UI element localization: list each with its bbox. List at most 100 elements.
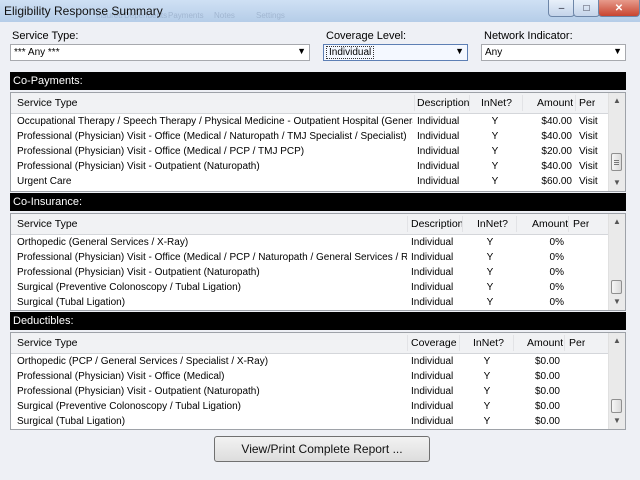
copayments-scrollbar[interactable]: ▲ ▼: [608, 93, 625, 191]
column-separator: [459, 335, 460, 351]
column-header-description[interactable]: Description: [411, 218, 464, 230]
coverage-cell: Individual: [411, 371, 454, 382]
table-row[interactable]: Surgical (Tubal Ligation) Individual Y $…: [11, 415, 609, 429]
per-cell: Visit: [579, 146, 598, 157]
amount-cell: 0%: [549, 252, 564, 263]
column-separator: [407, 216, 408, 232]
scroll-down-icon[interactable]: ▼: [609, 294, 625, 310]
background-tab-settings: Settings: [256, 11, 285, 20]
innet-cell: Y: [491, 116, 499, 127]
innet-cell: Y: [483, 401, 491, 412]
innet-cell: Y: [486, 267, 494, 278]
column-separator: [407, 335, 408, 351]
chevron-down-icon: ▼: [613, 46, 622, 56]
innet-cell: Y: [486, 297, 494, 308]
column-header-innet[interactable]: InNet?: [477, 218, 508, 230]
per-cell: Visit: [579, 176, 598, 187]
service-type-cell: Urgent Care: [17, 176, 72, 187]
minimize-button[interactable]: –: [548, 0, 575, 17]
table-row[interactable]: Professional (Physician) Visit - Office …: [11, 145, 609, 160]
column-header-innet[interactable]: InNet?: [481, 97, 512, 109]
chevron-down-icon: ▼: [455, 46, 464, 56]
description-cell: Individual: [417, 116, 460, 127]
background-tab-payments: Payments: [168, 11, 204, 20]
column-separator: [564, 335, 565, 351]
description-cell: Individual: [411, 267, 454, 278]
network-indicator-select[interactable]: Any ▼: [481, 44, 626, 61]
table-row[interactable]: Orthopedic (General Services / X-Ray) In…: [11, 236, 609, 251]
amount-cell: 0%: [549, 237, 564, 248]
table-row[interactable]: Surgical (Preventive Colonoscopy / Tubal…: [11, 281, 609, 296]
table-row[interactable]: Surgical (Preventive Colonoscopy / Tubal…: [11, 400, 609, 415]
column-header-service-type[interactable]: Service Type: [17, 218, 78, 230]
table-row[interactable]: Surgical (Tubal Ligation) Individual Y 0…: [11, 296, 609, 310]
amount-cell: $0.00: [534, 401, 560, 412]
coinsurance-header-row: Service Type Description InNet? Amount P…: [11, 214, 609, 235]
grip-line: [614, 160, 619, 161]
innet-cell: Y: [483, 416, 491, 427]
amount-cell: $40.00: [541, 161, 572, 172]
column-header-amount[interactable]: Amount: [527, 337, 563, 349]
scrollbar-thumb[interactable]: [611, 280, 622, 294]
amount-cell: $0.00: [534, 356, 560, 367]
table-row[interactable]: Professional (Physician) Visit - Outpati…: [11, 266, 609, 281]
column-header-amount[interactable]: Amount: [532, 218, 568, 230]
column-header-per[interactable]: Per: [569, 337, 585, 349]
column-header-amount[interactable]: Amount: [537, 97, 573, 109]
column-separator: [469, 95, 470, 111]
amount-cell: $20.00: [541, 146, 572, 157]
table-row[interactable]: Professional (Physician) Visit - Outpati…: [11, 160, 609, 175]
scrollbar-thumb[interactable]: [611, 153, 622, 171]
column-header-innet[interactable]: InNet?: [473, 337, 504, 349]
coverage-level-select[interactable]: Individual ▼: [323, 44, 468, 61]
table-row[interactable]: Orthopedic (PCP / General Services / Spe…: [11, 355, 609, 370]
title-bar: Insured Dependents Payments Notes Settin…: [0, 0, 640, 23]
column-separator: [522, 95, 523, 111]
copayments-grid[interactable]: Service Type Description InNet? Amount P…: [10, 92, 626, 192]
column-header-coverage[interactable]: Coverage: [411, 337, 457, 349]
scroll-up-icon[interactable]: ▲: [609, 333, 625, 349]
amount-cell: $0.00: [534, 416, 560, 427]
column-separator: [462, 216, 463, 232]
per-cell: Visit: [579, 116, 598, 127]
coverage-cell: Individual: [411, 356, 454, 367]
maximize-button[interactable]: □: [573, 0, 600, 17]
service-type-select[interactable]: *** Any *** ▼: [10, 44, 310, 61]
deductibles-scrollbar[interactable]: ▲ ▼: [608, 333, 625, 429]
description-cell: Individual: [411, 282, 454, 293]
coverage-cell: Individual: [411, 401, 454, 412]
scroll-up-icon[interactable]: ▲: [609, 93, 625, 109]
coinsurance-scrollbar[interactable]: ▲ ▼: [608, 214, 625, 310]
scroll-down-icon[interactable]: ▼: [609, 175, 625, 191]
amount-cell: $0.00: [534, 386, 560, 397]
service-type-cell: Professional (Physician) Visit - Office …: [17, 252, 407, 263]
service-type-cell: Surgical (Preventive Colonoscopy / Tubal…: [17, 401, 242, 412]
table-row[interactable]: Professional (Physician) Visit - Office …: [11, 370, 609, 385]
close-button[interactable]: ✕: [598, 0, 640, 17]
amount-cell: $0.00: [534, 371, 560, 382]
service-type-label: Service Type:: [12, 30, 79, 42]
column-header-per[interactable]: Per: [573, 218, 589, 230]
coverage-level-label: Coverage Level:: [326, 30, 407, 42]
column-header-service-type[interactable]: Service Type: [17, 337, 78, 349]
table-row[interactable]: Professional (Physician) Visit - Office …: [11, 251, 609, 266]
scroll-up-icon[interactable]: ▲: [609, 214, 625, 230]
scrollbar-thumb[interactable]: [611, 399, 622, 413]
deductibles-grid[interactable]: Service Type Coverage InNet? Amount Per …: [10, 332, 626, 430]
column-header-service-type[interactable]: Service Type: [17, 97, 78, 109]
column-header-per[interactable]: Per: [579, 97, 595, 109]
table-row[interactable]: Urgent Care Individual Y $60.00 Visit: [11, 175, 609, 190]
service-type-cell: Professional (Physician) Visit - Outpati…: [17, 161, 260, 172]
amount-cell: 0%: [549, 282, 564, 293]
view-print-report-button[interactable]: View/Print Complete Report ...: [214, 436, 430, 462]
coinsurance-grid[interactable]: Service Type Description InNet? Amount P…: [10, 213, 626, 311]
innet-cell: Y: [483, 386, 491, 397]
innet-cell: Y: [483, 371, 491, 382]
scroll-down-icon[interactable]: ▼: [609, 413, 625, 429]
deductibles-section-header: Deductibles:: [10, 312, 626, 330]
column-header-description[interactable]: Description: [417, 97, 470, 109]
table-row[interactable]: Occupational Therapy / Speech Therapy / …: [11, 115, 609, 130]
innet-cell: Y: [486, 252, 494, 263]
table-row[interactable]: Professional (Physician) Visit - Outpati…: [11, 385, 609, 400]
table-row[interactable]: Professional (Physician) Visit - Office …: [11, 130, 609, 145]
